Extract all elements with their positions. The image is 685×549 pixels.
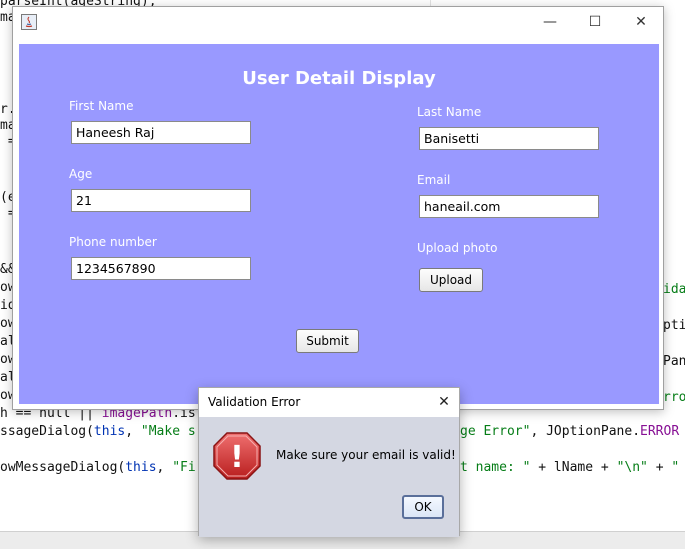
validation-error-dialog: Validation Error ✕ ! Make sure your emai… (198, 387, 460, 537)
age-label: Age (69, 167, 93, 181)
code-token: ERROR (640, 424, 680, 439)
last-name-field[interactable]: Banisetti (419, 127, 599, 150)
code-token: rro (663, 390, 685, 405)
dialog-close-button[interactable]: ✕ (435, 393, 453, 411)
code-line: ssageDialog(this, "Make s (0, 424, 196, 440)
first-name-field[interactable]: Haneesh Raj (71, 121, 251, 144)
code-token: "\n" (616, 460, 656, 475)
code-token: , (156, 460, 173, 475)
email-field[interactable]: haneail.com (419, 195, 599, 218)
error-icon: ! (213, 432, 261, 480)
code-token: + (655, 460, 672, 475)
dialog-titlebar[interactable]: Validation Error ✕ (199, 388, 459, 417)
code-token: "Fi (172, 460, 196, 475)
close-button[interactable]: ✕ (630, 12, 652, 32)
phone-field[interactable]: 1234567890 (71, 257, 251, 280)
dialog-title: Validation Error (208, 395, 301, 409)
age-field[interactable]: 21 (71, 189, 251, 212)
window-titlebar[interactable]: — ☐ ✕ (13, 7, 663, 37)
form-panel: User Detail Display First Name Haneesh R… (19, 44, 659, 404)
code-token: this (93, 424, 126, 439)
code-token: ssageDialog( (0, 424, 94, 439)
phone-label: Phone number (69, 235, 157, 249)
code-token: " (671, 460, 680, 475)
email-label: Email (417, 173, 451, 187)
last-name-label: Last Name (417, 105, 482, 119)
code-token: "Make s (140, 424, 196, 439)
upload-button[interactable]: Upload (419, 268, 483, 292)
code-token: , (125, 424, 141, 439)
first-name-label: First Name (69, 99, 134, 113)
code-token: Pan (663, 354, 685, 369)
submit-button[interactable]: Submit (296, 329, 359, 353)
dialog-body: ! Make sure your email is valid! OK (199, 417, 459, 537)
code-token: pti (663, 318, 685, 333)
user-detail-window: — ☐ ✕ User Detail Display First Name Han… (12, 6, 664, 410)
code-line-fragment: ida (663, 282, 685, 298)
ok-button[interactable]: OK (402, 495, 444, 519)
code-line-fragment: pti (663, 318, 685, 334)
code-token: t name: " (460, 460, 539, 475)
maximize-button[interactable]: ☐ (584, 12, 606, 32)
error-icon-glyph: ! (230, 440, 244, 475)
code-line: owMessageDialog(this, "Fi (0, 460, 196, 476)
code-token: + lName + (538, 460, 617, 475)
code-line-fragment: t name: " + lName + "\n" + " (460, 460, 679, 476)
code-line-fragment: ge Error", JOptionPane.ERROR (460, 424, 679, 440)
code-token: ge Error" (460, 424, 531, 439)
code-token: owMessageDialog( (0, 460, 126, 475)
dialog-message: Make sure your email is valid! (276, 448, 456, 462)
code-line-fragment: Pan (663, 354, 685, 370)
code-token: , JOptionPane. (530, 424, 641, 439)
minimize-button[interactable]: — (539, 12, 561, 32)
upload-photo-label: Upload photo (417, 241, 498, 255)
java-app-icon (21, 14, 37, 30)
code-line-fragment: rro (663, 390, 685, 406)
code-token: ida (663, 282, 685, 297)
code-token: this (125, 460, 157, 475)
form-title: User Detail Display (242, 68, 436, 89)
